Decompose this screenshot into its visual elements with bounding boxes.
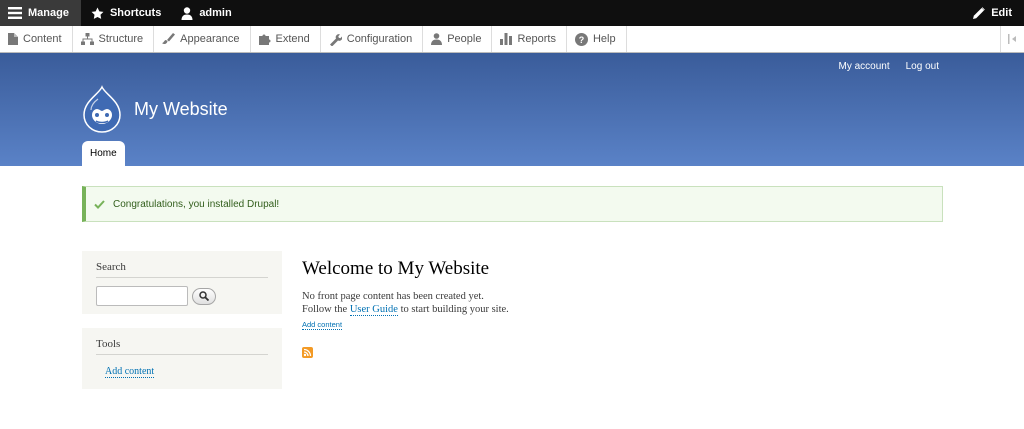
puzzle-icon: [258, 34, 270, 45]
search-form: [96, 286, 268, 306]
site-name[interactable]: My Website: [134, 99, 228, 120]
status-message-text: Congratulations, you installed Drupal!: [113, 198, 280, 210]
user-icon: [181, 6, 193, 20]
tray-label-structure: Structure: [98, 33, 144, 45]
manage-button[interactable]: Manage: [0, 0, 81, 26]
main-content: Welcome to My Website No front page cont…: [302, 258, 509, 331]
my-account-link[interactable]: My account: [838, 61, 889, 72]
search-input[interactable]: [96, 286, 188, 306]
star-icon: [91, 7, 104, 19]
checkmark-icon: [94, 199, 105, 209]
search-block-title: Search: [96, 261, 268, 278]
tray-item-appearance[interactable]: Appearance: [154, 26, 251, 52]
search-button[interactable]: [192, 287, 216, 305]
intro-text-after: to start building your site.: [397, 304, 509, 315]
tray-label-appearance: Appearance: [180, 33, 240, 45]
tray-item-configuration[interactable]: Configuration: [321, 26, 424, 52]
search-block: Search: [82, 251, 282, 314]
tray-orientation-toggle[interactable]: [1000, 26, 1024, 52]
add-content-link[interactable]: Add content: [302, 320, 343, 330]
site-branding: My Website: [82, 85, 228, 133]
site-header: My account Log out My Website Home: [0, 53, 1024, 166]
tray-item-help[interactable]: ? Help: [567, 26, 627, 52]
rss-feed-icon[interactable]: [302, 347, 313, 358]
edit-label: Edit: [991, 7, 1012, 19]
tray-item-reports[interactable]: Reports: [492, 26, 567, 52]
tray-label-people: People: [447, 33, 482, 45]
pencil-icon: [973, 7, 986, 19]
drupal-logo-icon[interactable]: [82, 85, 122, 133]
tray-label-content: Content: [23, 33, 62, 45]
bar-chart-icon: [500, 33, 513, 45]
tray-toggle-icon: [1007, 34, 1016, 44]
svg-text:?: ?: [579, 35, 585, 45]
intro-line-1: No front page content has been created y…: [302, 291, 484, 302]
tray-label-configuration: Configuration: [346, 33, 413, 45]
edit-button[interactable]: Edit: [963, 0, 1024, 26]
shortcuts-label: Shortcuts: [109, 7, 162, 19]
wrench-icon: [329, 33, 342, 46]
document-icon: [8, 33, 18, 45]
user-button[interactable]: admin: [171, 0, 241, 26]
tools-block: Tools Add content: [82, 328, 282, 389]
tray-item-content[interactable]: Content: [0, 26, 73, 52]
tray-label-extend: Extend: [275, 33, 310, 45]
tools-add-content-link[interactable]: Add content: [105, 366, 155, 378]
search-icon: [199, 291, 209, 301]
tray-item-people[interactable]: People: [423, 26, 493, 52]
secondary-menu: My account Log out: [838, 61, 939, 72]
tray-item-extend[interactable]: Extend: [251, 26, 321, 52]
help-icon: ?: [574, 32, 588, 46]
admin-toolbar: Manage Shortcuts admin Edit: [0, 0, 1024, 26]
user-label: admin: [199, 7, 232, 19]
person-icon: [431, 33, 443, 45]
log-out-link[interactable]: Log out: [906, 61, 939, 72]
page-title: Welcome to My Website: [302, 258, 490, 279]
admin-menu-tray: Content Structure Appearance Extend Conf…: [0, 26, 1024, 53]
structure-icon: [80, 33, 94, 45]
menu-icon: [8, 7, 22, 19]
tray-item-structure[interactable]: Structure: [73, 26, 155, 52]
rss-glyph-icon: [303, 348, 312, 357]
shortcuts-button[interactable]: Shortcuts: [81, 0, 171, 26]
tray-label-help: Help: [592, 33, 616, 45]
user-guide-link[interactable]: User Guide: [349, 304, 398, 316]
tab-home[interactable]: Home: [82, 141, 125, 166]
tools-block-title: Tools: [96, 338, 268, 355]
brush-icon: [162, 33, 176, 45]
status-message: Congratulations, you installed Drupal!: [82, 186, 943, 222]
intro-text-before: Follow the: [302, 304, 350, 315]
intro-line-2: Follow the User Guide to start building …: [302, 303, 509, 316]
tray-label-reports: Reports: [517, 33, 556, 45]
manage-label: Manage: [28, 7, 69, 19]
